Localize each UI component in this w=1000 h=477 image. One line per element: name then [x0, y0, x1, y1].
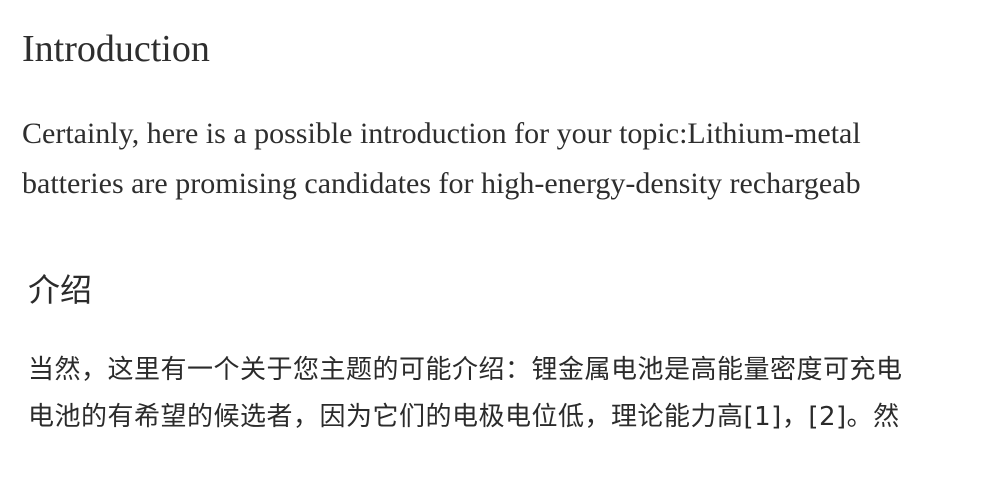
english-paragraph-line: Certainly, here is a possible introducti…	[22, 117, 861, 150]
chinese-paragraph-line: 电池的有希望的候选者，因为它们的电极电位低，理论能力高[1]，[2]。然	[28, 402, 900, 432]
english-paragraph-line: batteries are promising candidates for h…	[22, 167, 861, 200]
chinese-paragraph-line: 当然，这里有一个关于您主题的可能介绍：锂金属电池是高能量密度可充电	[28, 355, 903, 385]
chinese-section-heading: 介绍	[28, 271, 93, 309]
english-section-heading: Introduction	[22, 28, 210, 70]
document-page: Introduction Certainly, here is a possib…	[0, 0, 1000, 477]
